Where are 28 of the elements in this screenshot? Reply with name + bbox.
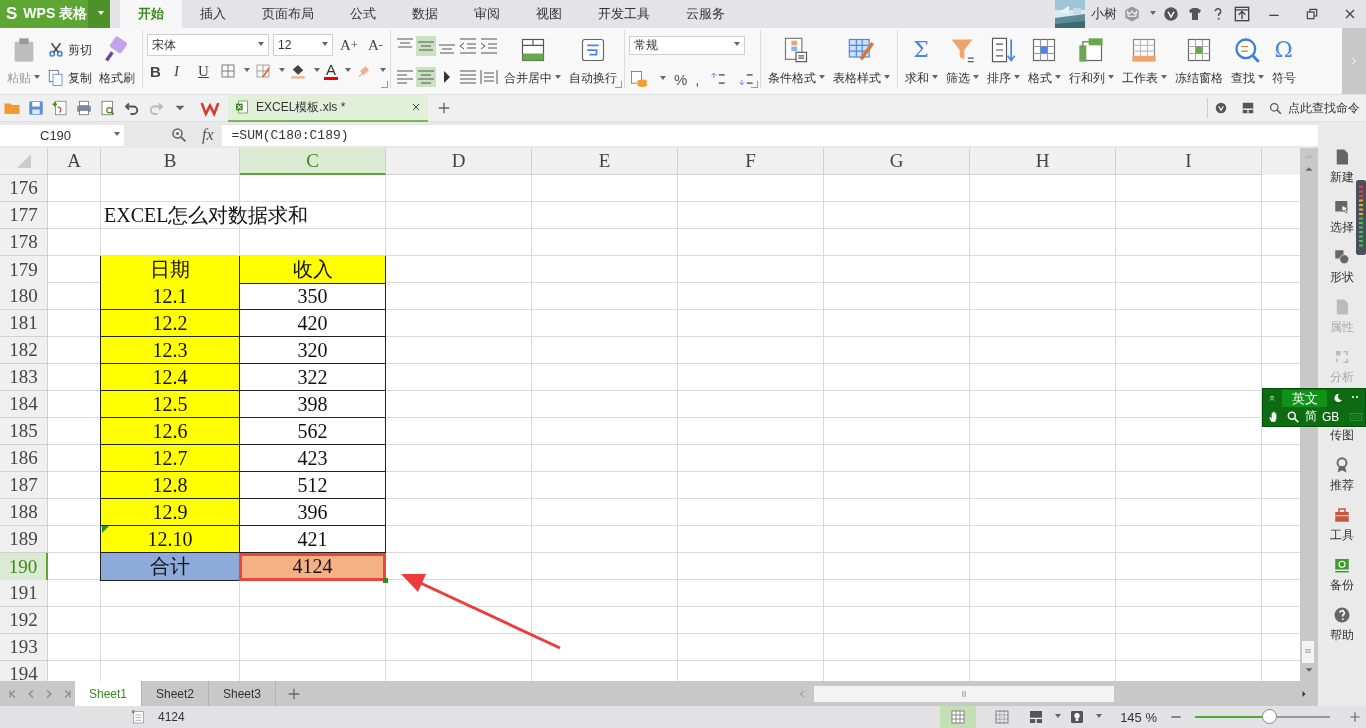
- table-cell: 12.10: [100, 526, 240, 553]
- table-cell: 4124: [239, 553, 386, 581]
- table-cell: 322: [239, 364, 386, 391]
- table-cell: 12.2: [100, 310, 240, 337]
- table-cell: 12.7: [100, 445, 240, 472]
- table-cell: 12.6: [100, 418, 240, 445]
- table-cell: 收入: [239, 256, 386, 284]
- table-cell: 日期: [100, 256, 240, 284]
- logo-mark: S: [6, 4, 18, 24]
- table-cell: 12.5: [100, 391, 240, 418]
- table-cell: 12.4: [100, 364, 240, 391]
- table-cell: 398: [239, 391, 386, 418]
- table-cell: 423: [239, 445, 386, 472]
- table-cell: 12.9: [100, 499, 240, 526]
- table-cell: 350: [239, 283, 386, 310]
- cell-text: EXCEL怎么对数据求和: [104, 203, 309, 228]
- table-cell: 12.3: [100, 337, 240, 364]
- table-cell: 512: [239, 472, 386, 499]
- table-cell: 396: [239, 499, 386, 526]
- table-cell: 12.8: [100, 472, 240, 499]
- app-name: WPS 表格: [23, 5, 88, 23]
- table-cell: 12.1: [100, 283, 240, 310]
- table-cell: 合计: [100, 553, 240, 581]
- table-cell: 320: [239, 337, 386, 364]
- status-value: 4124: [158, 710, 185, 724]
- table-cell: 562: [239, 418, 386, 445]
- zoom-level: 145 %: [1120, 709, 1157, 725]
- table-cell: 420: [239, 310, 386, 337]
